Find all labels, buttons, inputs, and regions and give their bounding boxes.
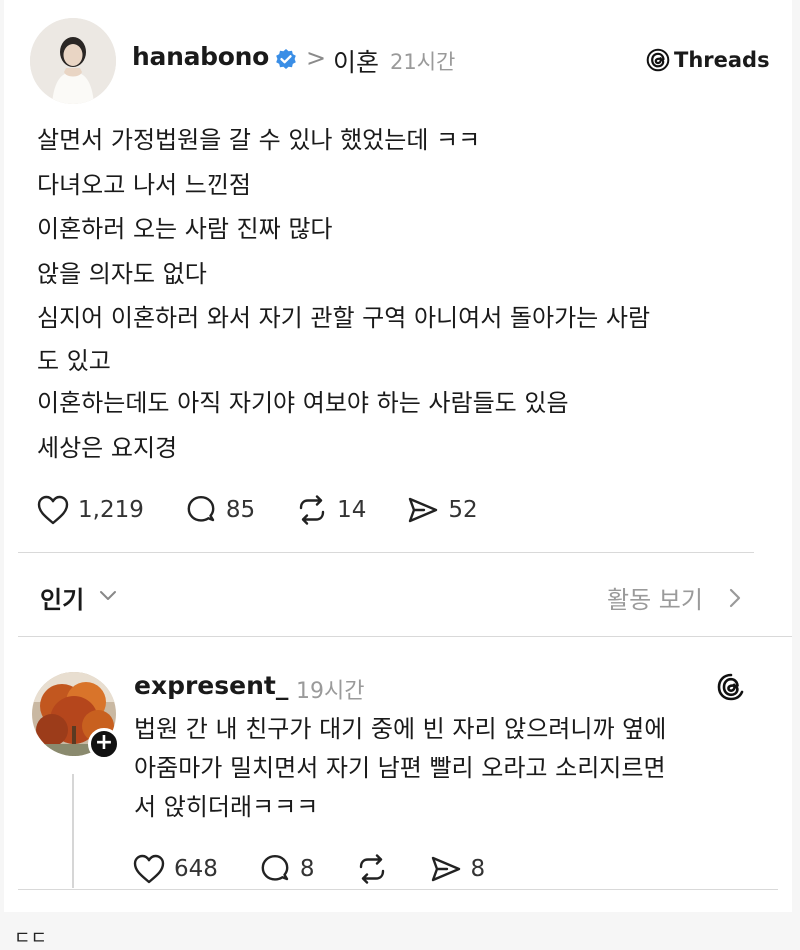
heart-icon bbox=[133, 854, 165, 884]
share-icon bbox=[431, 856, 460, 882]
post-line: 이혼하는데도 아직 자기야 여보야 하는 사람들도 있음 bbox=[37, 388, 569, 417]
threads-logo-icon[interactable] bbox=[716, 672, 746, 702]
reply-actions: 648 8 8 bbox=[132, 853, 525, 885]
post-line: 앉을 의자도 없다 bbox=[37, 259, 207, 288]
repost-icon bbox=[299, 495, 325, 525]
view-activity-link[interactable]: 활동 보기 bbox=[607, 580, 703, 615]
reply-button[interactable]: 8 bbox=[258, 853, 315, 885]
divider bbox=[18, 889, 778, 890]
sort-dropdown[interactable]: 인기 bbox=[40, 580, 84, 615]
chevron-down-icon[interactable] bbox=[99, 589, 117, 601]
reply-line: 서 앉히더래ㅋㅋㅋ bbox=[134, 793, 319, 821]
reply-author-username[interactable]: expresent_ bbox=[134, 671, 288, 700]
like-button[interactable]: 648 bbox=[132, 853, 218, 885]
caption-text: ㄷㄷ bbox=[14, 928, 48, 949]
share-icon bbox=[409, 497, 438, 523]
post-line: 이혼하러 오는 사람 진짜 많다 bbox=[37, 215, 333, 244]
reply-line: 법원 간 내 친구가 대기 중에 빈 자리 앉으려니까 옆에 bbox=[134, 715, 667, 743]
breadcrumb-separator: > bbox=[306, 44, 327, 72]
repost-button[interactable]: 14 bbox=[295, 494, 366, 526]
follow-button[interactable]: + bbox=[88, 728, 120, 760]
post-line: 도 있고 bbox=[37, 346, 111, 375]
post-line: 다녀오고 나서 느낀점 bbox=[37, 170, 251, 199]
reply-count: 85 bbox=[225, 497, 256, 523]
divider bbox=[18, 636, 792, 637]
post-line: 세상은 요지경 bbox=[37, 433, 178, 462]
reply-line: 아줌마가 밀치면서 자기 남편 빨리 오라고 소리지르면 bbox=[134, 754, 666, 782]
threads-logo-icon bbox=[646, 48, 670, 72]
topic-tag[interactable]: 이혼 bbox=[333, 43, 379, 79]
chevron-right-icon[interactable] bbox=[728, 588, 742, 608]
repost-count: 14 bbox=[337, 497, 367, 523]
comment-icon bbox=[187, 496, 215, 522]
heart-icon bbox=[37, 495, 69, 525]
post-timestamp: 21시간 bbox=[390, 50, 456, 74]
author-avatar[interactable] bbox=[30, 18, 116, 104]
repost-icon bbox=[359, 854, 384, 884]
post-actions: 1,219 85 14 52 bbox=[36, 494, 518, 526]
like-count: 1,219 bbox=[78, 497, 144, 523]
like-button[interactable]: 1,219 bbox=[36, 494, 144, 526]
threads-brand-label: Threads bbox=[674, 48, 770, 72]
share-button[interactable]: 52 bbox=[406, 494, 478, 526]
reply-button[interactable]: 85 bbox=[184, 494, 255, 526]
share-button[interactable]: 8 bbox=[429, 853, 486, 885]
share-count: 8 bbox=[470, 856, 486, 882]
reply-count: 8 bbox=[299, 856, 315, 882]
post-line: 심지어 이혼하러 와서 자기 관할 구역 아니여서 돌아가는 사람 bbox=[37, 304, 651, 333]
screenshot-frame: hanabono > 이혼 21시간 Threads 살면서 가정법원을 갈 수… bbox=[4, 0, 792, 912]
reply-timestamp: 19시간 bbox=[296, 679, 365, 704]
author-username[interactable]: hanabono bbox=[132, 42, 269, 71]
share-count: 52 bbox=[448, 497, 478, 523]
post-line: 살면서 가정법원을 갈 수 있나 했었는데 ㅋㅋ bbox=[37, 126, 481, 154]
repost-button[interactable] bbox=[355, 853, 389, 885]
divider bbox=[18, 552, 754, 553]
reply-body: 법원 간 내 친구가 대기 중에 빈 자리 앉으려니까 옆에 아줌마가 밀치면서… bbox=[134, 710, 754, 827]
verified-badge-icon bbox=[276, 49, 296, 69]
comment-icon bbox=[261, 855, 289, 881]
like-count: 648 bbox=[174, 856, 218, 882]
thread-connector-line bbox=[72, 774, 74, 888]
post-body: 살면서 가정법원을 갈 수 있나 했었는데 ㅋㅋ 다녀오고 나서 느낀점 이혼하… bbox=[37, 118, 757, 470]
